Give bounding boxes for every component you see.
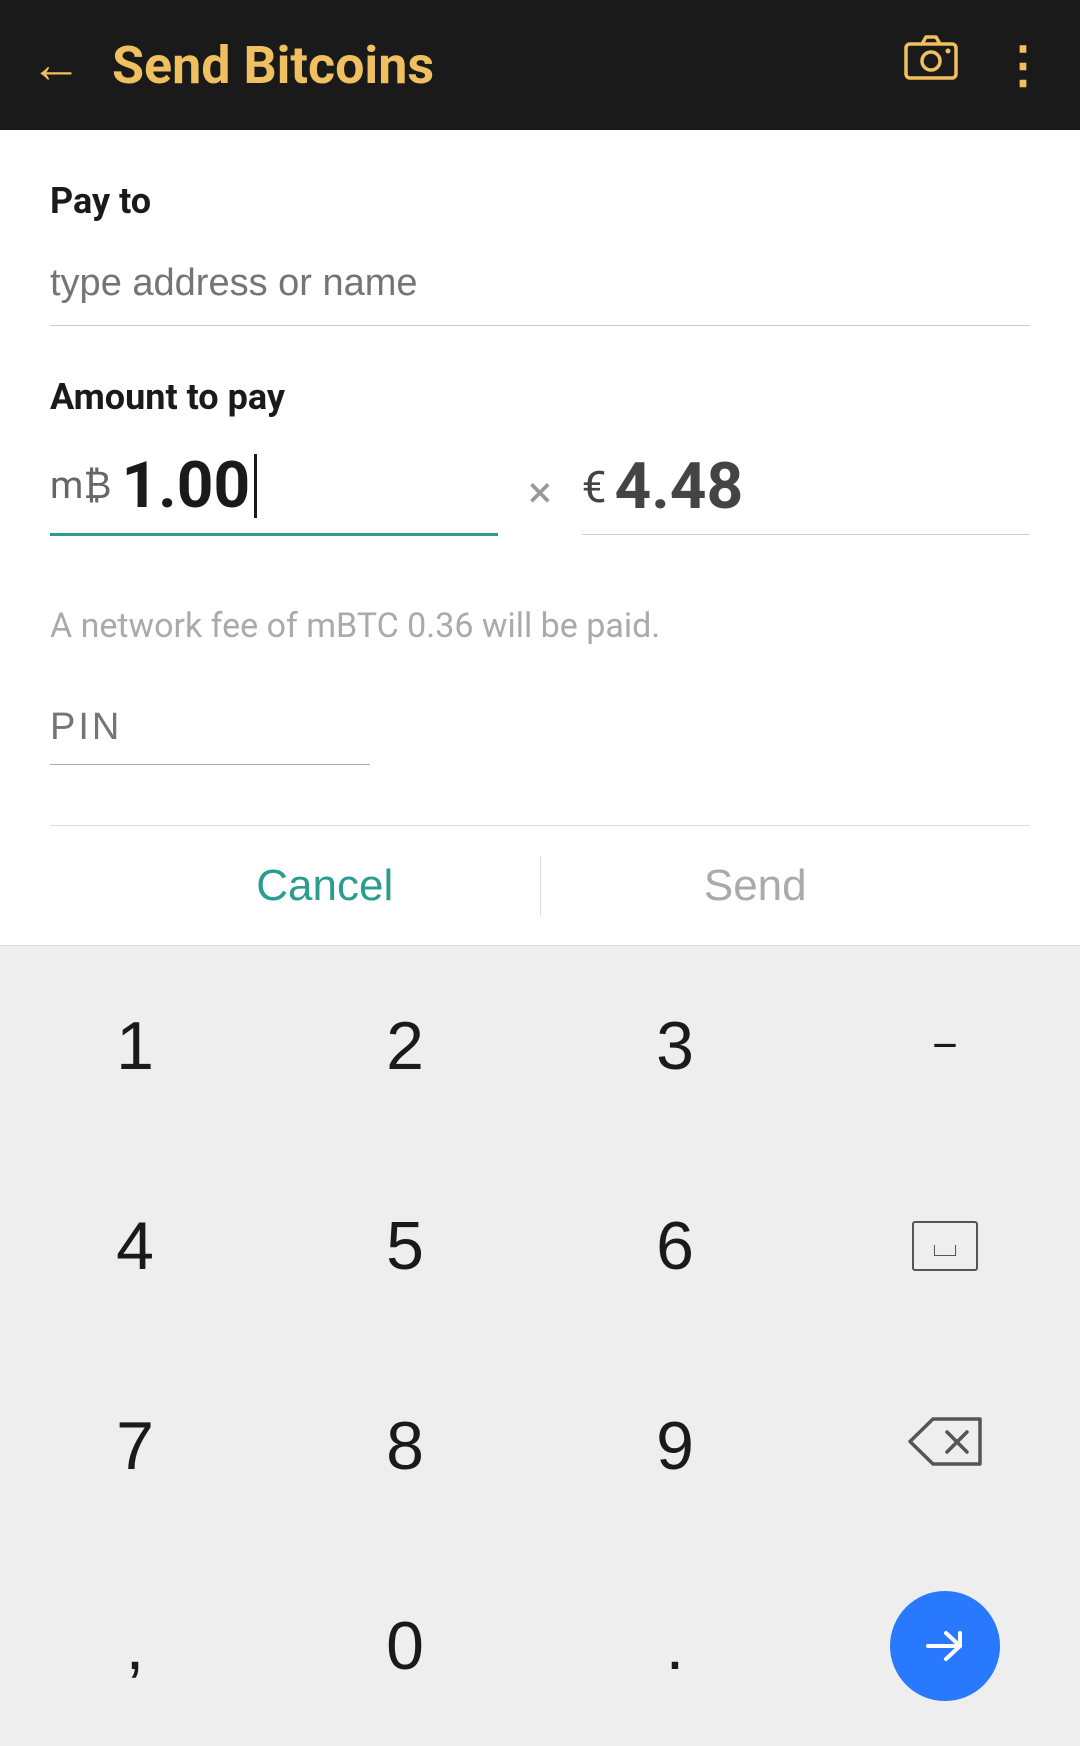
key-5[interactable]: 5 bbox=[270, 1146, 540, 1346]
key-enter[interactable] bbox=[810, 1546, 1080, 1746]
key-backspace[interactable] bbox=[810, 1346, 1080, 1546]
pin-input[interactable] bbox=[50, 696, 370, 765]
pay-to-label: Pay to bbox=[50, 180, 1030, 222]
cancel-button[interactable]: Cancel bbox=[110, 861, 540, 911]
key-1[interactable]: 1 bbox=[0, 946, 270, 1146]
numpad: 1 2 3 − 4 5 6 ⌴ 7 8 9 , 0 . bbox=[0, 945, 1080, 1746]
key-8[interactable]: 8 bbox=[270, 1346, 540, 1546]
btc-value: 1.00 bbox=[121, 448, 250, 523]
header-icons: ⋮ bbox=[904, 32, 1050, 99]
action-row: Cancel Send bbox=[50, 825, 1030, 945]
fiat-prefix: € bbox=[582, 461, 607, 513]
pay-to-input[interactable] bbox=[50, 252, 1030, 326]
key-comma[interactable]: , bbox=[0, 1546, 270, 1746]
back-button[interactable]: ← bbox=[30, 39, 82, 91]
camera-icon[interactable] bbox=[904, 32, 958, 99]
fiat-value: 4.48 bbox=[614, 449, 743, 524]
btc-amount-container[interactable]: m₿ 1.00 bbox=[50, 448, 498, 536]
more-menu-icon[interactable]: ⋮ bbox=[998, 36, 1050, 95]
key-4[interactable]: 4 bbox=[0, 1146, 270, 1346]
key-3[interactable]: 3 bbox=[540, 946, 810, 1146]
amount-row: m₿ 1.00 × € 4.48 bbox=[50, 448, 1030, 536]
amount-label: Amount to pay bbox=[50, 376, 1030, 418]
page-title: Send Bitcoins bbox=[112, 35, 904, 96]
text-cursor bbox=[254, 454, 257, 518]
key-0[interactable]: 0 bbox=[270, 1546, 540, 1746]
main-content: Pay to Amount to pay m₿ 1.00 × € 4.48 A … bbox=[0, 130, 1080, 945]
multiply-icon: × bbox=[528, 466, 551, 518]
send-button[interactable]: Send bbox=[541, 861, 971, 911]
key-period[interactable]: . bbox=[540, 1546, 810, 1746]
network-fee-text: A network fee of mBTC 0.36 will be paid. bbox=[50, 606, 1030, 646]
fiat-amount-container[interactable]: € 4.48 bbox=[582, 449, 1030, 535]
key-space[interactable]: ⌴ bbox=[810, 1146, 1080, 1346]
key-6[interactable]: 6 bbox=[540, 1146, 810, 1346]
backspace-icon bbox=[905, 1407, 985, 1485]
key-2[interactable]: 2 bbox=[270, 946, 540, 1146]
key-7[interactable]: 7 bbox=[0, 1346, 270, 1546]
header: ← Send Bitcoins ⋮ bbox=[0, 0, 1080, 130]
enter-icon bbox=[890, 1591, 1000, 1701]
key-dash[interactable]: − bbox=[810, 946, 1080, 1146]
btc-prefix: m₿ bbox=[50, 464, 111, 508]
key-9[interactable]: 9 bbox=[540, 1346, 810, 1546]
amount-section: Amount to pay m₿ 1.00 × € 4.48 bbox=[50, 376, 1030, 536]
